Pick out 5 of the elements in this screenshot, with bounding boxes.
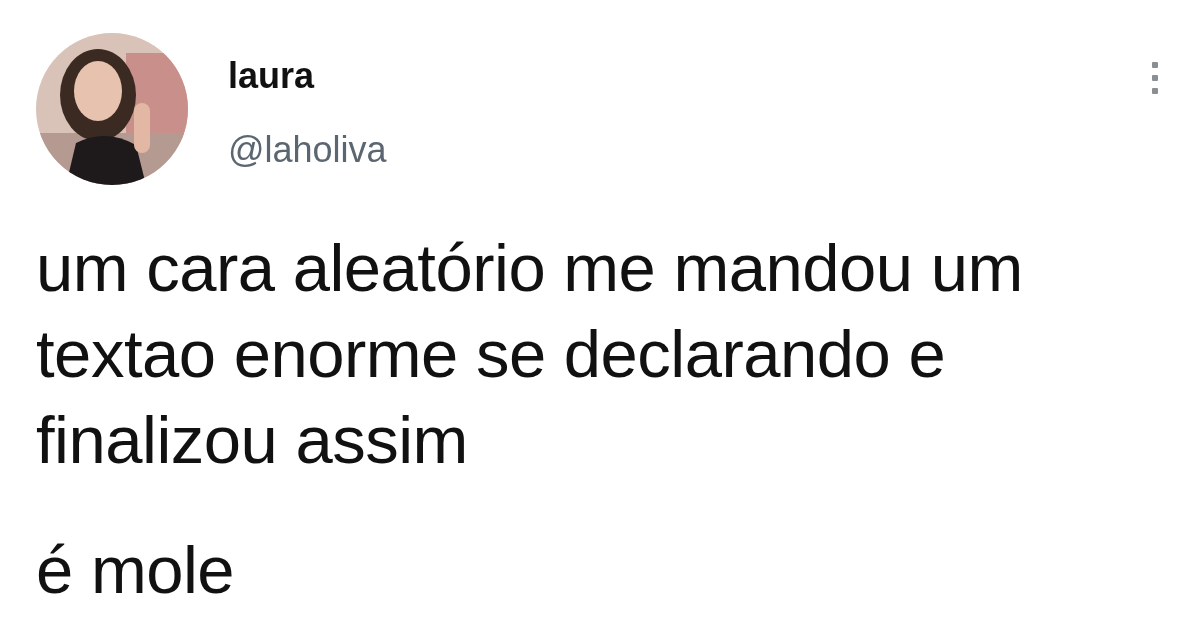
more-options-icon[interactable] xyxy=(1150,61,1160,95)
author-handle: @laholiva xyxy=(228,132,387,168)
tweet-text: um cara aleatório me mandou um textao enorme se declarando e finalizou assim xyxy=(36,229,1024,479)
author-name: laura xyxy=(228,58,316,94)
tweet-text: é mole xyxy=(36,531,236,609)
